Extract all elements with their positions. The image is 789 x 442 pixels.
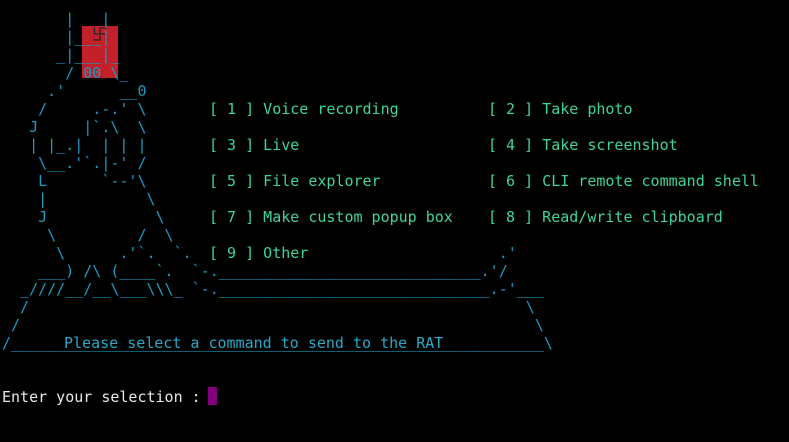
menu-option-file-explorer: [ 5 ] File explorer [209,172,381,190]
menu-option-live: [ 3 ] Live [209,136,300,154]
menu-option-cli-remote-shell: [ 6 ] CLI remote command shell [488,172,759,190]
menu-option-voice-recording: [ 1 ] Voice recording [209,100,399,118]
menu-option-take-photo: [ 2 ] Take photo [488,100,633,118]
input-cursor[interactable] [208,387,217,405]
selection-prompt: Enter your selection : [2,388,210,406]
menu-option-clipboard: [ 8 ] Read/write clipboard [488,208,723,226]
terminal-window: 卐 | | |___| _|___|_ / 00 \_ .' __0 / .-.… [0,0,789,442]
menu-option-custom-popup: [ 7 ] Make custom popup box [209,208,453,226]
menu-option-other: [ 9 ] Other [209,244,309,262]
menu-option-take-screenshot: [ 4 ] Take screenshot [488,136,678,154]
instruction-message: Please select a command to send to the R… [64,334,444,352]
